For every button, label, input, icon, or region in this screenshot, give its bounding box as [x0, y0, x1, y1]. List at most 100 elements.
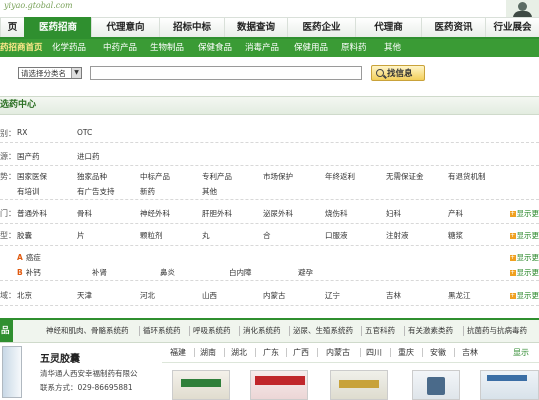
nav-tab-pharma-news[interactable]: 医药资讯 — [421, 17, 485, 37]
region-item[interactable]: 吉林 — [462, 347, 478, 358]
product-image[interactable] — [172, 370, 230, 400]
sub-nav-disinfection[interactable]: 消毒产品 — [245, 39, 279, 57]
sub-nav-tcm-products[interactable]: 中药产品 — [103, 39, 137, 57]
filter-value[interactable]: 河北 — [140, 290, 155, 301]
show-more-link[interactable]: +显示更 — [509, 252, 539, 263]
search-button[interactable]: 找信息 — [371, 65, 425, 81]
nav-tab-data-query[interactable]: 数据查询 — [224, 17, 287, 37]
filter-value[interactable]: 骨科 — [77, 208, 92, 219]
product-tab[interactable]: 有关激素类药 — [408, 320, 453, 342]
product-tab[interactable]: 循环系统药 — [143, 320, 181, 342]
region-item[interactable]: 广西 — [293, 347, 309, 358]
region-item[interactable]: 安徽 — [430, 347, 446, 358]
sub-nav-biologics[interactable]: 生物制品 — [150, 39, 184, 57]
nav-tab-pharma-investment[interactable]: 医药招商 — [24, 17, 91, 37]
sub-nav-raw-materials[interactable]: 原料药 — [341, 39, 367, 57]
filter-value[interactable]: RX — [17, 128, 27, 137]
featured-product[interactable]: 五灵胶囊 清华通人西安幸福制药有限公 联系方式：029-86695881 — [0, 342, 158, 400]
product-image[interactable] — [330, 370, 388, 400]
filter-value[interactable]: 片 — [77, 230, 85, 241]
filter-value[interactable]: 泌尿外科 — [263, 208, 293, 219]
product-image[interactable] — [2, 346, 22, 398]
filter-value[interactable]: 糖浆 — [448, 230, 463, 241]
filter-value[interactable]: 鼻炎 — [160, 267, 175, 278]
filter-value[interactable]: B 补钙 — [17, 267, 41, 278]
region-item[interactable]: 湖南 — [200, 347, 216, 358]
filter-value[interactable]: 肝胆外科 — [202, 208, 232, 219]
filter-value[interactable]: 中标产品 — [140, 171, 170, 182]
filter-value[interactable]: 专利产品 — [202, 171, 232, 182]
filter-value[interactable]: 妇科 — [386, 208, 401, 219]
filter-value[interactable]: 国产药 — [17, 151, 40, 162]
filter-value[interactable]: 神经外科 — [140, 208, 170, 219]
nav-tab-expos[interactable]: 行业展会 — [485, 17, 539, 37]
region-item[interactable]: 福建 — [170, 347, 186, 358]
filter-value[interactable]: 无需保证金 — [386, 171, 424, 182]
nav-tab-pharma-companies[interactable]: 医药企业 — [287, 17, 355, 37]
filter-value[interactable]: 有培训 — [17, 186, 40, 197]
filter-value[interactable]: 烧伤科 — [325, 208, 348, 219]
region-item[interactable]: 湖北 — [231, 347, 247, 358]
product-tab[interactable]: 抗菌药与抗病毒药 — [467, 320, 527, 342]
filter-value[interactable]: 天津 — [77, 290, 92, 301]
product-image[interactable] — [250, 370, 308, 400]
filter-value[interactable]: 产科 — [448, 208, 463, 219]
filter-value[interactable]: 合 — [263, 230, 271, 241]
filter-value[interactable]: 有退货机制 — [448, 171, 486, 182]
product-tab[interactable]: 五官科药 — [365, 320, 395, 342]
sub-nav-chemical-drugs[interactable]: 化学药品 — [52, 39, 86, 57]
nav-tab-agents[interactable]: 代理商 — [355, 17, 421, 37]
filter-value[interactable]: 北京 — [17, 290, 32, 301]
product-tab[interactable]: 神经和肌肉、骨骼系统药 — [46, 320, 129, 342]
filter-value[interactable]: 避孕 — [298, 267, 313, 278]
filter-value[interactable]: 胶囊 — [17, 230, 32, 241]
filter-value[interactable]: 口服液 — [325, 230, 348, 241]
region-item[interactable]: 内蒙古 — [326, 347, 350, 358]
filter-value[interactable]: 其他 — [202, 186, 217, 197]
sub-nav-health-food[interactable]: 保健食品 — [198, 39, 232, 57]
filter-value[interactable]: 年终返利 — [325, 171, 355, 182]
nav-tab-agency-intent[interactable]: 代理意向 — [91, 17, 159, 37]
filter-value[interactable]: 黑龙江 — [448, 290, 471, 301]
search-input[interactable] — [90, 66, 362, 80]
filter-value[interactable]: 吉林 — [386, 290, 401, 301]
product-tab[interactable]: 消化系统药 — [243, 320, 281, 342]
product-image[interactable] — [412, 370, 460, 400]
sub-nav-other[interactable]: 其他 — [384, 39, 401, 57]
filter-value[interactable]: A 癌症 — [17, 252, 41, 263]
sub-nav-home[interactable]: 药招商首页 — [0, 39, 43, 57]
filter-value[interactable]: 进口药 — [77, 151, 100, 162]
sub-nav-health-supplies[interactable]: 保健用品 — [294, 39, 328, 57]
filter-value[interactable]: 辽宁 — [325, 290, 340, 301]
show-more-link[interactable]: +显示更 — [509, 208, 539, 219]
product-tab[interactable]: 泌尿、生殖系统药 — [293, 320, 353, 342]
filter-value[interactable]: OTC — [77, 128, 92, 137]
filter-value[interactable]: 普通外科 — [17, 208, 47, 219]
filter-value[interactable]: 独家品种 — [77, 171, 107, 182]
region-item[interactable]: 四川 — [366, 347, 382, 358]
filter-value[interactable]: 国家医保 — [17, 171, 47, 182]
show-more-link[interactable]: +显示更 — [509, 290, 539, 301]
filter-value[interactable]: 丸 — [202, 230, 210, 241]
chevron-down-icon[interactable]: ▼ — [71, 68, 81, 78]
product-image[interactable] — [480, 370, 539, 400]
filter-value[interactable]: 内蒙古 — [263, 290, 286, 301]
category-select[interactable]: 请选择分类名 ▼ — [18, 67, 82, 79]
region-item[interactable]: 广东 — [263, 347, 279, 358]
filter-value[interactable]: 注射液 — [386, 230, 409, 241]
nav-tab-home[interactable]: 页 — [0, 17, 24, 37]
filter-value[interactable]: 有广告支持 — [77, 186, 115, 197]
filter-value[interactable]: 山西 — [202, 290, 217, 301]
filter-value[interactable]: 白内障 — [229, 267, 252, 278]
show-more-link[interactable]: +显示更 — [509, 230, 539, 241]
filter-value[interactable]: 颗粒剂 — [140, 230, 163, 241]
filter-value[interactable]: 新药 — [140, 186, 155, 197]
region-item[interactable]: 重庆 — [398, 347, 414, 358]
show-more-link[interactable]: +显示更 — [509, 267, 539, 278]
product-tab[interactable]: 呼吸系统药 — [193, 320, 231, 342]
filter-value[interactable]: 补肾 — [92, 267, 107, 278]
nav-tab-bidding[interactable]: 招标中标 — [159, 17, 224, 37]
region-more-link[interactable]: 显示 — [513, 347, 529, 358]
product-name[interactable]: 五灵胶囊 — [40, 350, 80, 365]
filter-value[interactable]: 市场保护 — [263, 171, 293, 182]
